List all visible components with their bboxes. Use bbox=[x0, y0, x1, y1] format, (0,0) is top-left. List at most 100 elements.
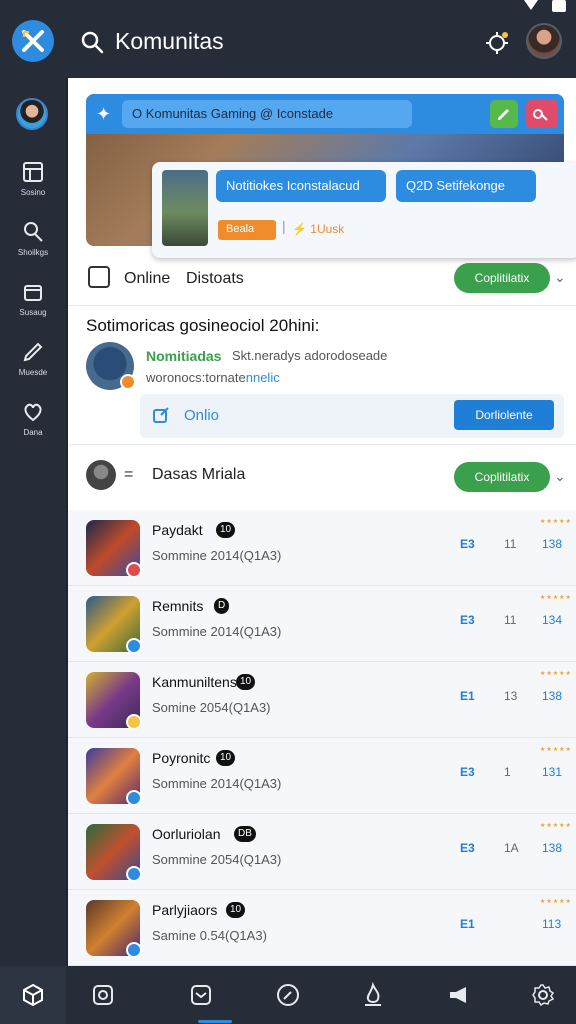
promo-box-button[interactable]: Dorliolente bbox=[454, 400, 554, 430]
game-thumbnail bbox=[86, 596, 142, 654]
main-panel: ✦ O Komunitas Gaming @ Iconstade Notitio… bbox=[68, 78, 576, 966]
sidebar-avatar[interactable] bbox=[16, 98, 48, 130]
rating-stars: ★★★★★ bbox=[540, 519, 572, 525]
promo-name[interactable]: Nomitiadas bbox=[146, 348, 221, 364]
gallery-icon[interactable] bbox=[90, 982, 116, 1008]
user-avatar[interactable] bbox=[526, 23, 562, 59]
game-badge: 10 bbox=[236, 674, 256, 690]
chevron-down-icon[interactable]: ⌄ bbox=[554, 269, 566, 286]
sidebar-item-dana[interactable]: Dana bbox=[0, 400, 66, 454]
search-icon[interactable] bbox=[80, 30, 104, 54]
game-name: Kanmuniltens bbox=[152, 674, 237, 690]
calendar-icon bbox=[23, 162, 43, 182]
sidebar-item-label: Muesde bbox=[18, 368, 48, 377]
game-c1: E3 bbox=[460, 537, 475, 551]
list-item[interactable]: Kanmuniltens 10 Somine 2054(Q1A3) ★★★★★ … bbox=[68, 662, 576, 738]
status-tag: Beala bbox=[218, 220, 276, 240]
game-c2: 11 bbox=[504, 537, 517, 551]
game-c3: 138 bbox=[542, 689, 563, 703]
link-button[interactable] bbox=[526, 100, 558, 128]
game-badge: 10 bbox=[216, 522, 236, 538]
online-action-button[interactable]: Coplitilatix bbox=[454, 263, 550, 293]
promo-title: Sotimoricas gosineociol 20hini: bbox=[86, 316, 320, 335]
hero-bar: ✦ O Komunitas Gaming @ Iconstade bbox=[86, 94, 564, 134]
active-tab-indicator bbox=[198, 1020, 232, 1023]
back-icon[interactable]: ✦ bbox=[96, 104, 111, 125]
game-badge: DB bbox=[234, 826, 256, 842]
sidebar-item-muesde[interactable]: Muesde bbox=[0, 340, 66, 394]
app-title: Komunitas bbox=[115, 28, 224, 54]
game-c2: 13 bbox=[504, 689, 518, 703]
menu-icon[interactable]: = bbox=[124, 466, 133, 484]
rating-stars: ★★★★★ bbox=[540, 595, 572, 601]
online-label: Online bbox=[124, 270, 171, 287]
hero-title-pill[interactable]: O Komunitas Gaming @ Iconstade bbox=[122, 100, 412, 128]
compass-icon[interactable] bbox=[275, 982, 301, 1008]
sidebar-item-label: Shoilkgs bbox=[17, 248, 49, 257]
game-meta: Sommine 2054(Q1A3) bbox=[152, 852, 282, 867]
game-badge: D bbox=[214, 598, 230, 614]
sidebar-item-susaug[interactable]: Susaug bbox=[0, 280, 66, 334]
list-item[interactable]: Parlyjiaors 10 Samine 0.54(Q1A3) ★★★★★ E… bbox=[68, 890, 576, 966]
character-image bbox=[162, 170, 208, 246]
game-c3: 113 bbox=[542, 917, 562, 931]
hero-card: Notitiokes Iconstalacud Q2D Setifekonge … bbox=[152, 162, 576, 258]
rating-stars: ★★★★★ bbox=[540, 747, 572, 753]
megaphone-icon[interactable] bbox=[446, 982, 472, 1008]
game-c3: 131 bbox=[542, 765, 563, 779]
game-c1: E3 bbox=[460, 841, 475, 855]
notifications-button[interactable]: Notitiokes Iconstalacud bbox=[216, 170, 386, 202]
app-logo[interactable] bbox=[12, 20, 54, 62]
promo-subtitle: Skt.neradys adorodoseade bbox=[232, 348, 388, 363]
flame-icon[interactable] bbox=[360, 982, 386, 1008]
notification-icon[interactable] bbox=[484, 30, 510, 56]
status-icons bbox=[510, 0, 570, 14]
cube-icon bbox=[23, 983, 43, 1007]
data-label: Dasas Mriala bbox=[152, 466, 246, 483]
game-c3: 134 bbox=[542, 613, 563, 627]
search-person-icon bbox=[24, 222, 43, 242]
console-icon bbox=[88, 266, 110, 288]
sidebar-item-shoilkgs[interactable]: Shoilkgs bbox=[0, 220, 66, 274]
sidebar-item-sosino[interactable]: Sosino bbox=[0, 160, 66, 214]
chevron-down-icon[interactable]: ⌄ bbox=[554, 468, 566, 485]
data-action-button[interactable]: Coplitilatix bbox=[454, 462, 550, 492]
game-badge: 10 bbox=[226, 902, 246, 918]
online-row: Online Distoats Coplitilatix ⌄ bbox=[68, 258, 576, 306]
game-c2: 11 bbox=[504, 613, 517, 627]
list-item[interactable]: Paydakt 10 Sommine 2014(Q1A3) ★★★★★ E3 1… bbox=[68, 510, 576, 586]
game-thumbnail bbox=[86, 824, 142, 882]
settings-icon[interactable] bbox=[530, 982, 556, 1008]
status-dot bbox=[126, 562, 142, 578]
promo-box: Onlio Dorliolente bbox=[140, 394, 564, 438]
edit-button[interactable] bbox=[490, 100, 518, 128]
game-meta: Sommine 2014(Q1A3) bbox=[152, 624, 282, 639]
game-name: Oorluriolan bbox=[152, 826, 221, 842]
districts-label: Distoats bbox=[186, 270, 244, 287]
game-c1: E3 bbox=[460, 765, 475, 779]
task-label: ⚡ 1Uusk bbox=[292, 222, 345, 236]
signal-icon bbox=[524, 0, 538, 10]
game-c1: E3 bbox=[460, 613, 475, 627]
link-icon bbox=[533, 109, 548, 121]
game-c1: E1 bbox=[460, 917, 475, 931]
game-name: Parlyjiaors bbox=[152, 902, 218, 918]
game-thumbnail bbox=[86, 520, 142, 578]
rating-stars: ★★★★★ bbox=[540, 823, 572, 829]
settings-button[interactable]: Q2D Setifekonge bbox=[396, 170, 536, 202]
hero-banner: ✦ O Komunitas Gaming @ Iconstade Notitio… bbox=[86, 94, 576, 258]
status-dot bbox=[126, 638, 142, 654]
home-tab[interactable] bbox=[0, 966, 66, 1024]
game-c3: 138 bbox=[542, 537, 563, 551]
list-item[interactable]: Oorluriolan DB Sommine 2054(Q1A3) ★★★★★ … bbox=[68, 814, 576, 890]
heart-icon bbox=[24, 403, 42, 422]
list-item[interactable]: Remnits D Sommine 2014(Q1A3) ★★★★★ E3 11… bbox=[68, 586, 576, 662]
pen-icon bbox=[23, 342, 43, 362]
message-icon[interactable] bbox=[188, 982, 214, 1008]
game-c1: E1 bbox=[460, 689, 475, 703]
list-item[interactable]: Poyronitc 10 Sommine 2014(Q1A3) ★★★★★ E3… bbox=[68, 738, 576, 814]
status-dot bbox=[126, 866, 142, 882]
data-avatar bbox=[86, 460, 116, 490]
share-icon bbox=[153, 407, 169, 423]
game-meta: Somine 2054(Q1A3) bbox=[152, 700, 271, 715]
